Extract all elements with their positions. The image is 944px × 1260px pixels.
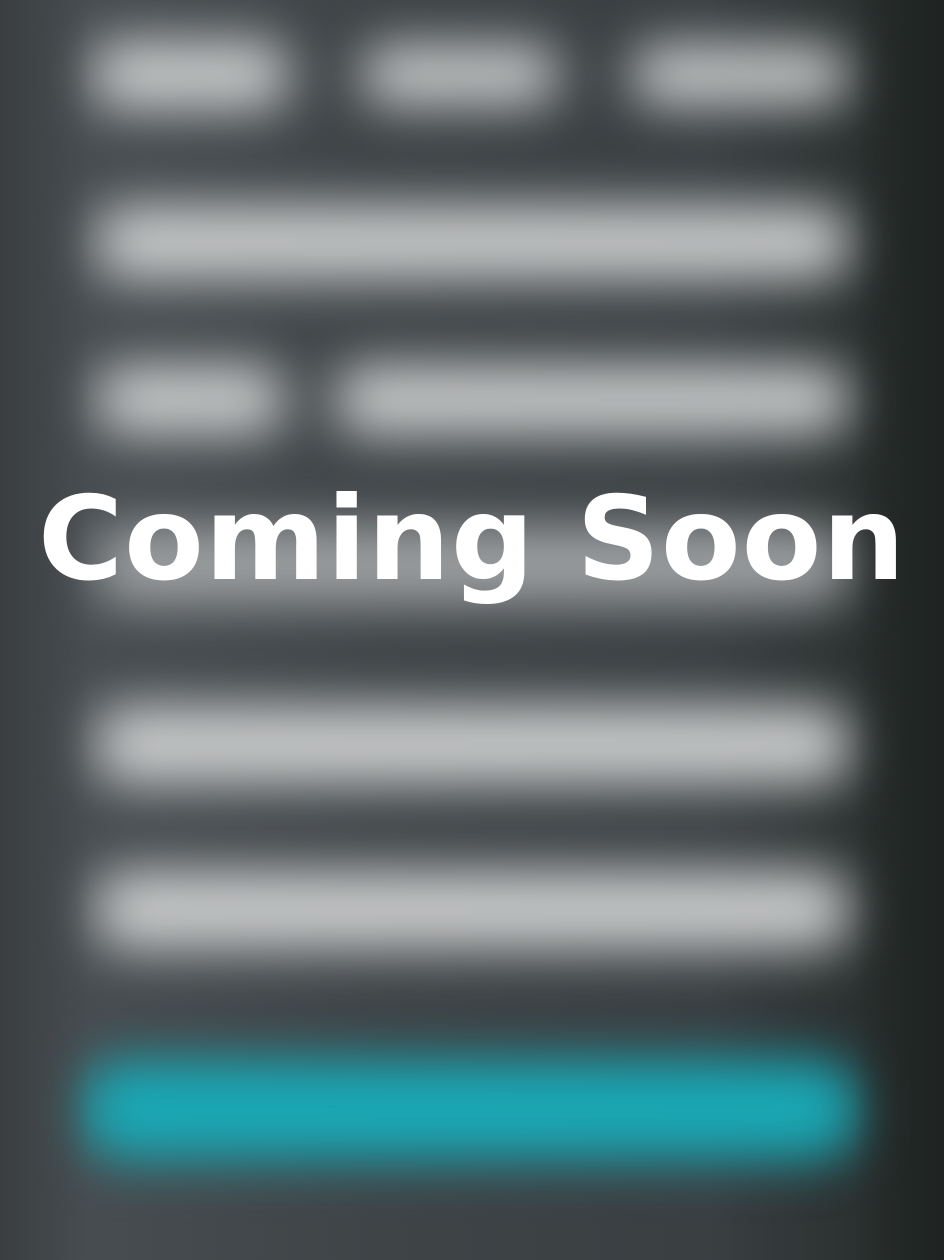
coming-soon-headline: Coming Soon <box>38 472 906 607</box>
coming-soon-screen: Coming Soon <box>0 0 944 1260</box>
blurred-field <box>95 205 850 280</box>
blurred-field <box>360 45 560 105</box>
blurred-field <box>335 365 850 435</box>
blurred-field <box>630 45 850 105</box>
blurred-field <box>95 365 285 435</box>
left-edge-shade <box>0 0 90 1260</box>
right-edge-shade <box>854 0 944 1260</box>
blurred-field <box>90 40 290 110</box>
blurred-field <box>95 870 850 950</box>
blurred-field <box>95 705 850 785</box>
blurred-form-preview <box>0 0 944 1260</box>
blurred-submit-button <box>80 1060 860 1160</box>
